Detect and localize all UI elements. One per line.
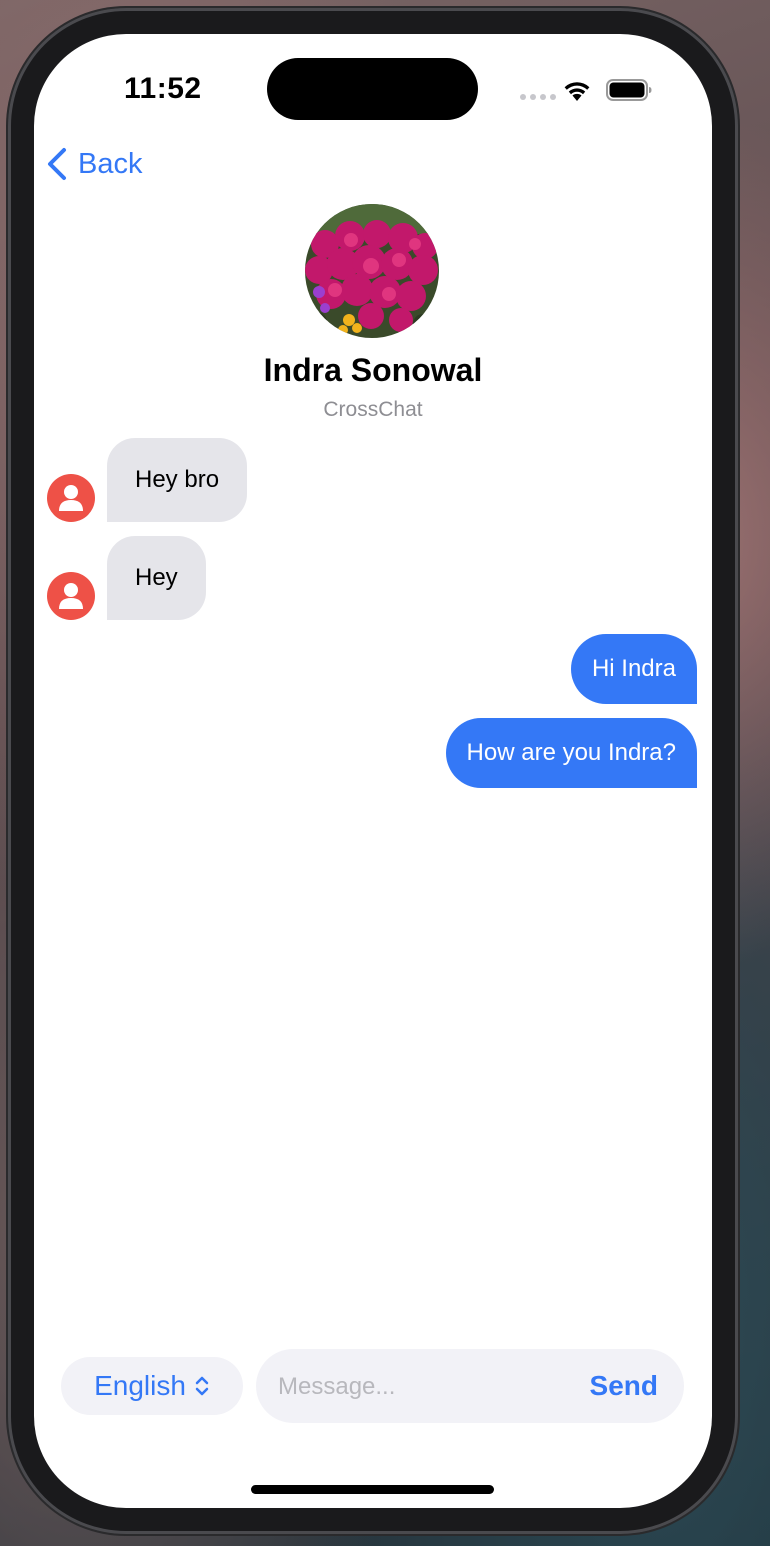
chat-screen: 11:52 Back Indra Sonowal CrossChat Hey b… (34, 34, 712, 1508)
message-row-incoming: Hey (47, 536, 206, 620)
language-picker[interactable]: English (61, 1357, 243, 1415)
message-bubble-outgoing[interactable]: Hi Indra (570, 634, 697, 704)
person-icon (59, 583, 83, 609)
contact-avatar[interactable] (305, 204, 439, 338)
message-bubble-outgoing[interactable]: How are you Indra? (445, 718, 697, 788)
contact-subtitle: CrossChat (323, 398, 423, 421)
home-indicator[interactable] (251, 1485, 494, 1494)
back-button[interactable]: Back (46, 147, 142, 181)
flower-photo-icon (305, 204, 439, 338)
message-composer: Send (256, 1349, 684, 1425)
send-button[interactable]: Send (590, 1349, 658, 1423)
cellular-signal-icon (520, 94, 556, 100)
message-input[interactable] (276, 1349, 580, 1425)
message-bubble-incoming[interactable]: Hey bro (107, 438, 248, 522)
chevron-up-down-icon (195, 1376, 209, 1396)
dynamic-island (267, 58, 478, 120)
chevron-left-icon (48, 148, 66, 180)
status-time: 11:52 (124, 72, 202, 105)
sender-avatar (47, 474, 95, 522)
sender-avatar (47, 572, 95, 620)
language-label: English (94, 1370, 186, 1401)
message-bubble-incoming[interactable]: Hey (107, 536, 206, 620)
message-row-incoming: Hey bro (47, 438, 248, 522)
person-icon (59, 485, 83, 511)
back-label: Back (78, 147, 143, 180)
contact-name: Indra Sonowal (263, 352, 483, 388)
battery-icon (606, 79, 652, 101)
wifi-icon (564, 82, 590, 101)
